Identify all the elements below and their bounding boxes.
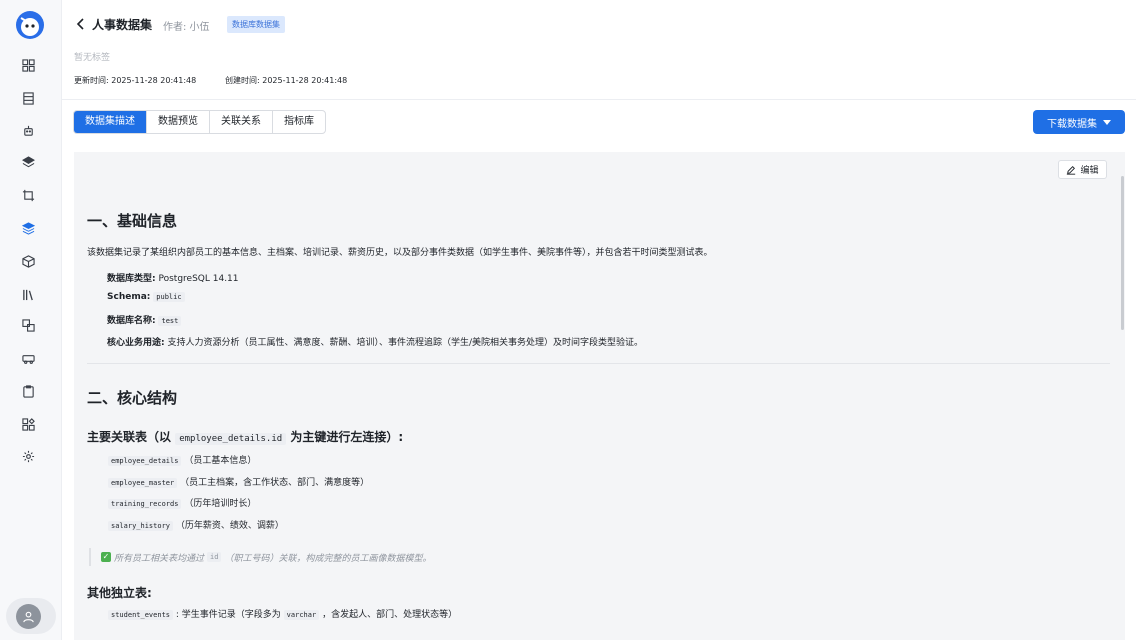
list-item: employee_details （员工基本信息） bbox=[108, 453, 256, 466]
list-item: student_events : 学生事件记录（字段多为 varchar ，含发… bbox=[108, 607, 457, 620]
db-type-field: 数据库类型: PostgreSQL 14.11 bbox=[107, 271, 239, 284]
core-use-field: 核心业务用途: 支持人力资源分析（员工属性、满意度、薪酬、培训）、事件流程追踪（… bbox=[107, 335, 643, 348]
layers-icon[interactable] bbox=[21, 155, 35, 169]
settings-gear-icon[interactable] bbox=[21, 449, 35, 463]
download-dataset-button[interactable]: 下载数据集 bbox=[1033, 110, 1125, 134]
section-heading-basic-info: 一、基础信息 bbox=[87, 212, 178, 230]
vehicle-icon[interactable] bbox=[21, 351, 35, 365]
tab-preview[interactable]: 数据预览 bbox=[147, 111, 210, 133]
tags-placeholder: 暂无标签 bbox=[74, 53, 111, 63]
table-desc: （员工基本信息） bbox=[184, 456, 257, 466]
check-mark-icon: ✓ bbox=[101, 552, 111, 562]
main-tables-heading: 主要关联表（以 employee_details.id 为主键进行左连接）: bbox=[87, 428, 403, 445]
db-name-label: 数据库名称: bbox=[107, 316, 156, 326]
created-time: 创建时间: 2025-11-28 20:41:48 bbox=[225, 76, 348, 85]
list-icon[interactable] bbox=[21, 91, 35, 105]
other-tables-heading: 其他独立表: bbox=[87, 586, 152, 600]
table-desc: （员工主档案，含工作状态、部门、满意度等） bbox=[180, 478, 370, 488]
tab-bar: 数据集描述 数据预览 关联关系 指标库 bbox=[73, 110, 326, 134]
transfer-icon[interactable] bbox=[21, 318, 35, 332]
app-logo-icon[interactable] bbox=[15, 10, 45, 40]
tab-metrics[interactable]: 指标库 bbox=[273, 111, 325, 133]
dataset-type-badge: 数据库数据集 bbox=[227, 16, 285, 33]
core-use-value: 支持人力资源分析（员工属性、满意度、薪酬、培训）、事件流程追踪（学生/美院相关事… bbox=[167, 338, 644, 348]
back-arrow-icon[interactable] bbox=[75, 17, 87, 31]
caret-down-icon bbox=[1103, 119, 1111, 125]
edit-label: 编辑 bbox=[1080, 166, 1099, 176]
table-name-code: training_records bbox=[108, 499, 182, 509]
list-item: salary_history （历年薪资、绩效、调薪） bbox=[108, 518, 284, 531]
db-name-field: 数据库名称: test bbox=[107, 313, 182, 326]
table-name-code: employee_details bbox=[108, 456, 182, 466]
robot-icon[interactable] bbox=[21, 123, 35, 137]
download-label: 下载数据集 bbox=[1047, 118, 1097, 130]
schema-field: Schema: public bbox=[107, 292, 185, 302]
scrollbar[interactable] bbox=[1121, 176, 1124, 330]
list-item: training_records （历年培训时长） bbox=[108, 496, 256, 509]
updated-time: 更新时间: 2025-11-28 20:41:48 bbox=[74, 76, 197, 85]
table-name-code: salary_history bbox=[108, 521, 174, 531]
grid-icon[interactable] bbox=[21, 58, 35, 72]
avatar[interactable] bbox=[16, 604, 41, 629]
section-divider bbox=[87, 363, 1110, 364]
note-suffix: （职工号码）关联，构成完整的员工画像数据模型。 bbox=[224, 553, 432, 564]
section-heading-core-structure: 二、核心结构 bbox=[87, 389, 178, 407]
main-tables-prefix: 主要关联表（以 bbox=[87, 430, 172, 444]
sidebar bbox=[0, 0, 62, 640]
list-item: employee_master （员工主档案，含工作状态、部门、满意度等） bbox=[108, 475, 369, 488]
core-use-label: 核心业务用途: bbox=[107, 338, 165, 348]
tab-description[interactable]: 数据集描述 bbox=[74, 111, 147, 133]
main-tables-key-code: employee_details.id bbox=[175, 433, 287, 445]
apps-icon[interactable] bbox=[21, 417, 35, 431]
table-name-code: student_events bbox=[108, 610, 174, 620]
table-desc: （历年薪资、绩效、调薪） bbox=[175, 521, 284, 531]
type-code: varchar bbox=[283, 610, 320, 620]
schema-label: Schema: bbox=[107, 292, 151, 302]
relation-note: ✓ 所有员工相关表均通过 id （职工号码）关联，构成完整的员工画像数据模型。 bbox=[89, 548, 431, 566]
dataset-summary: 该数据集记录了某组织内部员工的基本信息、主档案、培训记录、薪资历史，以及部分事件… bbox=[87, 248, 713, 258]
schema-value: public bbox=[153, 292, 185, 302]
db-type-value: PostgreSQL 14.11 bbox=[158, 274, 239, 284]
table-name-code: employee_master bbox=[108, 478, 178, 488]
db-type-label: 数据库类型: bbox=[107, 274, 156, 284]
note-code: id bbox=[207, 552, 222, 562]
note-prefix: 所有员工相关表均通过 bbox=[114, 553, 205, 564]
table-desc-suffix: ，含发起人、部门、处理状态等） bbox=[322, 610, 458, 620]
db-name-value: test bbox=[158, 316, 182, 326]
crop-icon[interactable] bbox=[21, 188, 35, 202]
main-tables-suffix: 为主键进行左连接）: bbox=[290, 430, 404, 444]
pencil-icon bbox=[1067, 165, 1076, 175]
edit-button[interactable]: 编辑 bbox=[1058, 160, 1107, 179]
cube-icon[interactable] bbox=[21, 254, 35, 268]
library-icon[interactable] bbox=[21, 287, 35, 301]
description-panel: 编辑 一、基础信息 该数据集记录了某组织内部员工的基本信息、主档案、培训记录、薪… bbox=[74, 152, 1125, 640]
tab-relations[interactable]: 关联关系 bbox=[210, 111, 273, 133]
dataset-icon[interactable] bbox=[21, 221, 35, 235]
table-desc-prefix: : 学生事件记录（字段多为 bbox=[175, 610, 281, 620]
page-title: 人事数据集 bbox=[92, 18, 153, 32]
clipboard-icon[interactable] bbox=[21, 384, 35, 398]
table-desc: （历年培训时长） bbox=[184, 499, 257, 509]
header: 人事数据集 作者: 小伍 数据库数据集 暂无标签 更新时间: 2025-11-2… bbox=[62, 0, 1136, 100]
author-label: 作者: 小伍 bbox=[163, 22, 210, 33]
